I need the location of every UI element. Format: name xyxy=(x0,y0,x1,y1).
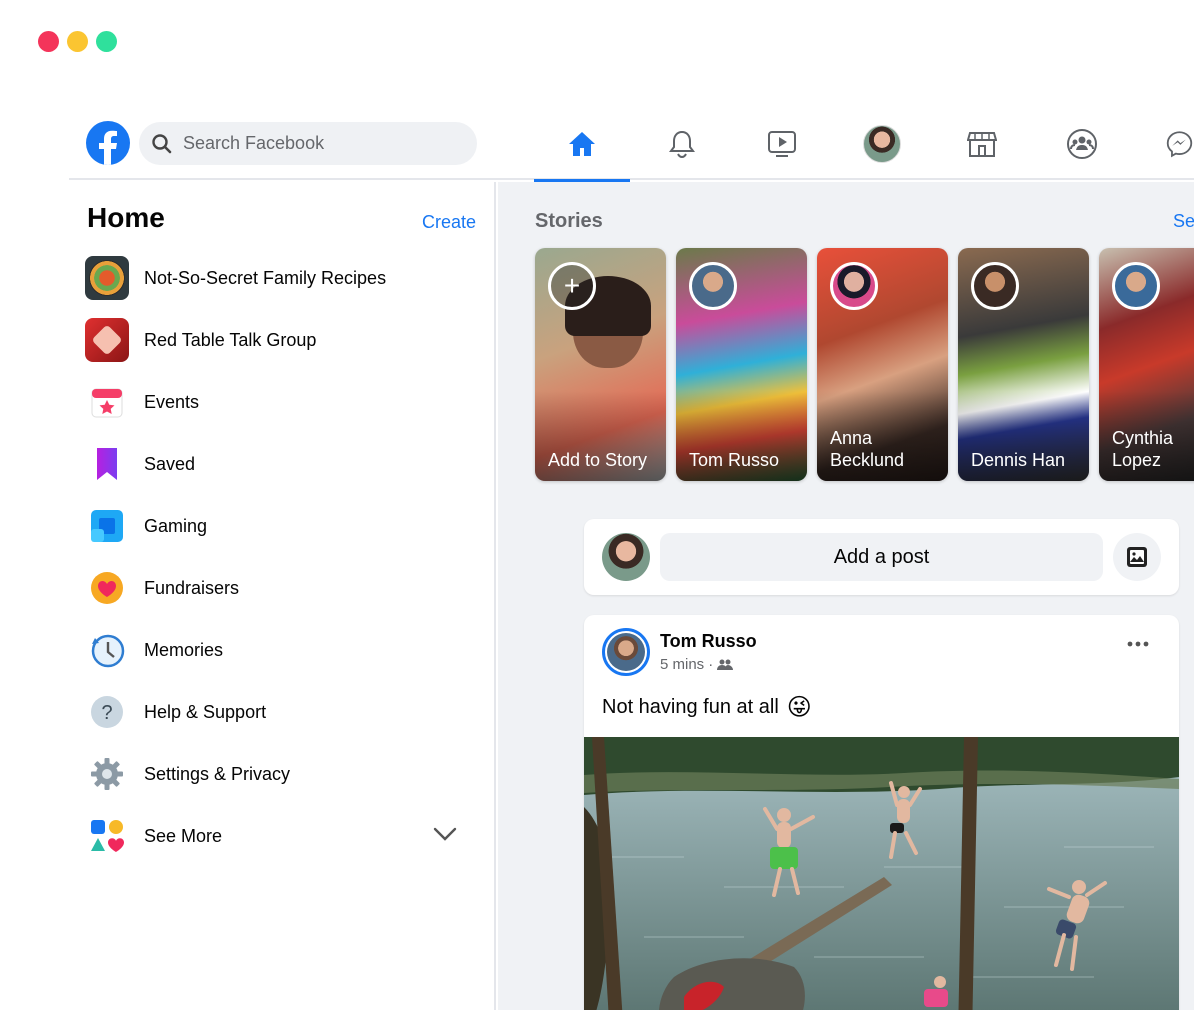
post-author-name[interactable]: Tom Russo xyxy=(660,631,757,652)
search-input[interactable] xyxy=(183,133,443,154)
story-avatar xyxy=(830,262,878,310)
post-author-avatar[interactable] xyxy=(602,628,650,676)
shapes-icon xyxy=(85,814,129,858)
sidebar-item-memories[interactable]: Memories xyxy=(85,626,485,674)
add-photo-button[interactable] xyxy=(1113,533,1161,581)
sidebar-item-label: Help & Support xyxy=(144,701,267,722)
winking-tongue-emoji-icon: 😜 xyxy=(786,694,812,721)
meta-separator: · xyxy=(708,656,714,673)
nav-tab-home[interactable] xyxy=(534,108,630,182)
search-bar[interactable] xyxy=(139,122,477,165)
more-options-icon[interactable] xyxy=(1127,641,1149,647)
post-photo[interactable] xyxy=(584,737,1179,1010)
sidebar-item-events[interactable]: Events xyxy=(85,378,485,426)
sidebar-item-label: See More xyxy=(144,825,223,846)
clock-icon xyxy=(85,628,129,672)
story-name: Cynthia Lopez xyxy=(1112,428,1174,470)
story-name: Dennis Han xyxy=(971,450,1066,470)
sidebar-item-fundraisers[interactable]: Fundraisers xyxy=(85,564,485,612)
see-all-stories-link[interactable]: Se xyxy=(1173,211,1194,232)
news-feed: Stories Se + Add to Story Tom Russo Anna… xyxy=(498,182,1194,1010)
story-avatar xyxy=(689,262,737,310)
messenger-icon xyxy=(1166,131,1193,158)
window-minimize-button[interactable] xyxy=(67,31,88,52)
nav-tab-notifications[interactable] xyxy=(634,108,730,180)
post-timestamp[interactable]: 5 mins xyxy=(660,656,704,673)
window-maximize-button[interactable] xyxy=(96,31,117,52)
composer-avatar xyxy=(602,533,650,581)
left-sidebar: Home Create Not-So-Secret Family Recipes… xyxy=(69,182,496,1010)
stories-title: Stories xyxy=(535,210,603,232)
nav-tab-watch[interactable] xyxy=(734,108,830,180)
lake-jump-photo xyxy=(584,737,1179,1010)
heart-icon xyxy=(85,566,129,610)
profile-avatar xyxy=(863,125,901,163)
sidebar-item-label: Saved xyxy=(144,453,196,474)
friends-icon[interactable] xyxy=(717,658,734,672)
post-composer: Add a post xyxy=(584,519,1179,595)
story-card-add[interactable]: + Add to Story xyxy=(535,248,666,481)
facebook-logo-icon[interactable] xyxy=(86,121,130,165)
post-meta: 5 mins · xyxy=(660,656,734,673)
sidebar-item-gaming[interactable]: Gaming xyxy=(85,502,485,550)
post-body: Not having fun at all xyxy=(602,696,779,718)
chevron-down-icon[interactable] xyxy=(433,826,457,842)
sidebar-item-label: Not-So-Secret Family Recipes xyxy=(144,267,387,288)
add-story-icon: + xyxy=(548,262,596,310)
nav-tab-marketplace[interactable] xyxy=(934,108,1030,180)
story-card-cynthia-lopez[interactable]: Cynthia Lopez xyxy=(1099,248,1194,481)
story-name: Add to Story xyxy=(548,450,648,470)
nav-tab-messenger[interactable] xyxy=(1134,108,1194,180)
help-icon: ? xyxy=(85,690,129,734)
story-name: Anna Becklund xyxy=(830,428,905,470)
gaming-icon xyxy=(85,504,129,548)
story-name: Tom Russo xyxy=(689,450,780,470)
group-recipes-thumb xyxy=(85,256,129,300)
sidebar-item-settings-privacy[interactable]: Settings & Privacy xyxy=(85,750,485,798)
story-card-dennis-han[interactable]: Dennis Han xyxy=(958,248,1089,481)
sidebar-item-label: Gaming xyxy=(144,515,208,536)
sidebar-item-red-table-talk[interactable]: Red Table Talk Group xyxy=(85,316,485,364)
create-link[interactable]: Create xyxy=(422,212,476,233)
window-close-button[interactable] xyxy=(38,31,59,52)
photo-icon xyxy=(1127,547,1147,567)
feed-post: Tom Russo 5 mins · Not having fun at all… xyxy=(584,615,1179,1010)
sidebar-item-label: Red Table Talk Group xyxy=(144,329,317,350)
calendar-star-icon xyxy=(85,380,129,424)
sidebar-title: Home xyxy=(87,202,165,233)
sidebar-item-label: Memories xyxy=(144,639,224,660)
marketplace-icon xyxy=(967,132,997,157)
nav-tab-profile[interactable] xyxy=(834,108,930,180)
story-card-anna-becklund[interactable]: Anna Becklund xyxy=(817,248,948,481)
sidebar-item-label: Events xyxy=(144,391,200,412)
sidebar-item-family-recipes[interactable]: Not-So-Secret Family Recipes xyxy=(85,254,485,302)
bookmark-icon xyxy=(85,442,129,486)
post-text: Not having fun at all 😜 xyxy=(602,693,812,722)
bell-icon xyxy=(669,130,695,159)
add-post-input[interactable]: Add a post xyxy=(660,533,1103,581)
window-controls xyxy=(38,31,117,52)
watch-icon xyxy=(768,131,796,157)
story-avatar xyxy=(971,262,1019,310)
sidebar-item-label: Fundraisers xyxy=(144,577,240,598)
home-icon xyxy=(569,132,595,156)
story-card-tom-russo[interactable]: Tom Russo xyxy=(676,248,807,481)
group-redtable-thumb xyxy=(85,318,129,362)
svg-text:?: ? xyxy=(101,702,112,724)
sidebar-item-help-support[interactable]: ? Help & Support xyxy=(85,688,485,736)
top-navigation-bar xyxy=(69,108,1194,182)
gear-icon xyxy=(85,752,129,796)
story-avatar xyxy=(1112,262,1160,310)
nav-tab-groups[interactable] xyxy=(1034,108,1130,180)
search-icon xyxy=(152,133,172,153)
sidebar-item-label: Settings & Privacy xyxy=(144,763,291,784)
groups-icon xyxy=(1067,129,1097,159)
sidebar-item-saved[interactable]: Saved xyxy=(85,440,485,488)
sidebar-item-see-more[interactable]: See More xyxy=(85,812,485,860)
